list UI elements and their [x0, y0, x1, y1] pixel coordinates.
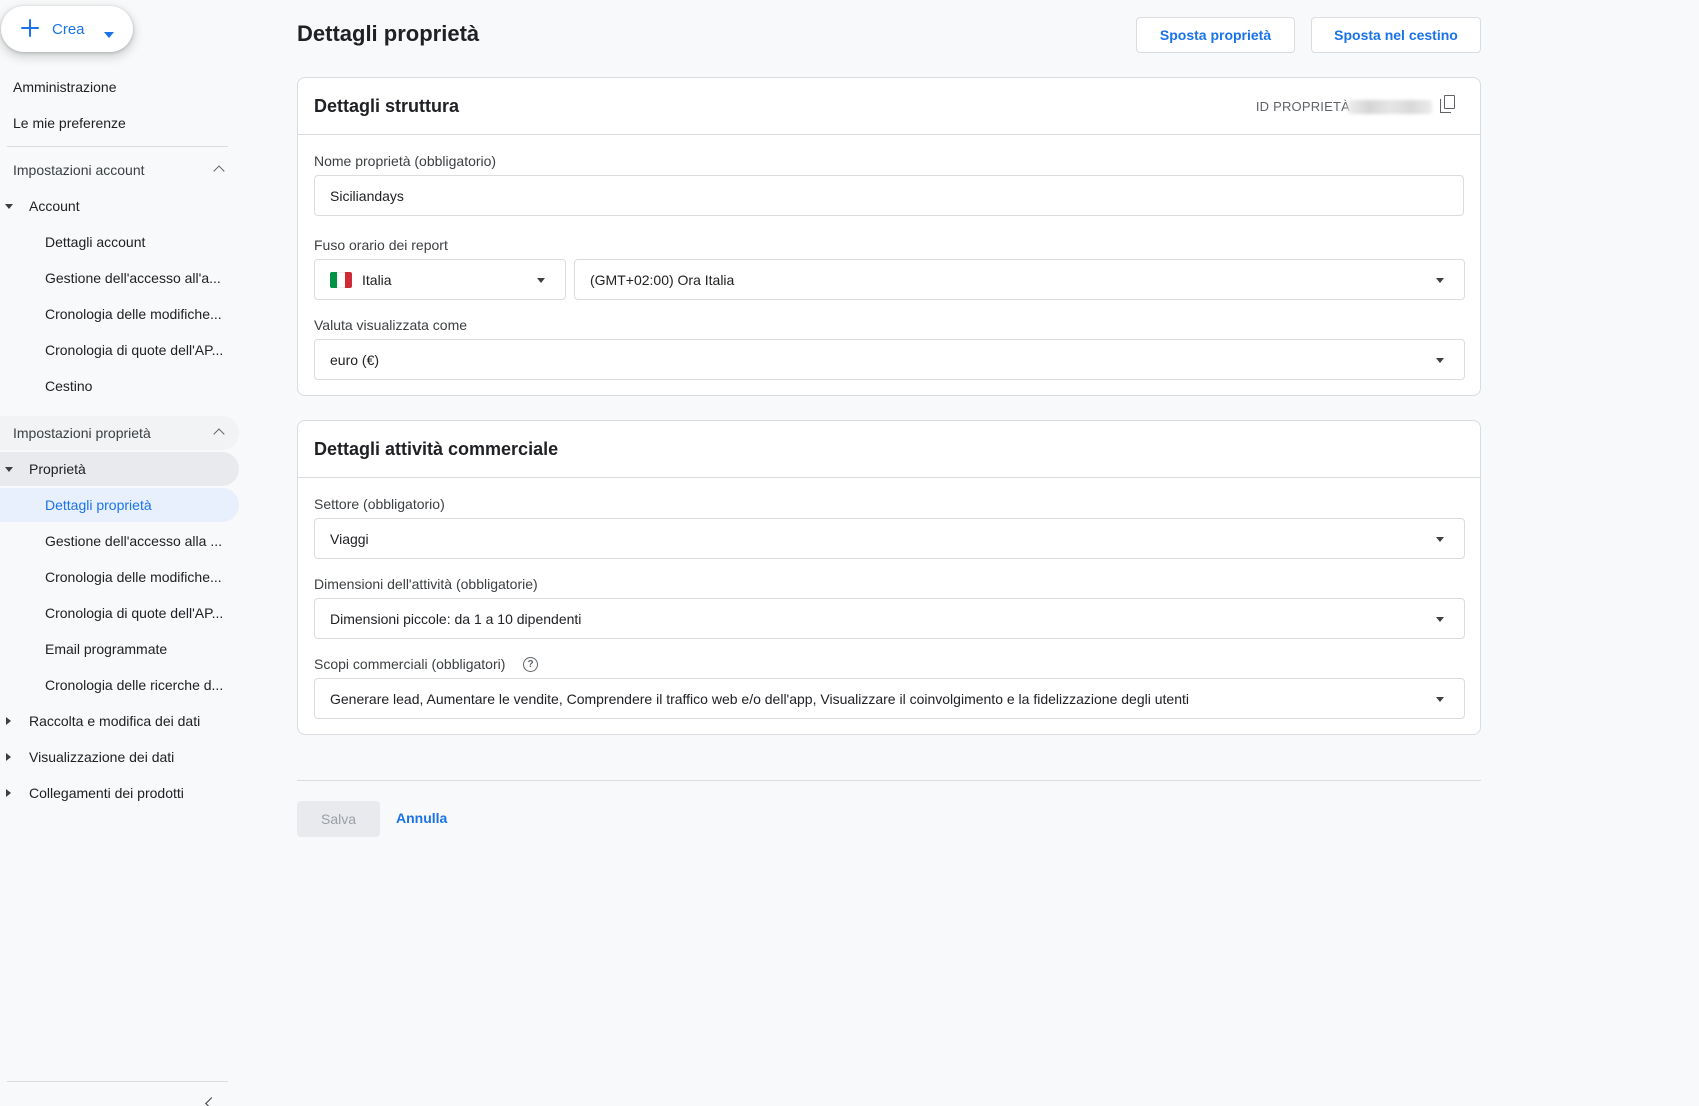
- country-select[interactable]: Italia: [314, 259, 566, 300]
- currency-select[interactable]: euro (€): [314, 339, 1465, 380]
- timezone-value: (GMT+02:00) Ora Italia: [590, 271, 735, 288]
- italy-flag-icon: [330, 271, 352, 288]
- sidebar-item-trash[interactable]: Cestino: [45, 369, 237, 403]
- sidebar-group-label: Collegamenti dei prodotti: [29, 785, 184, 801]
- caret-down-icon: [537, 278, 545, 283]
- sidebar-divider: [7, 146, 228, 147]
- move-property-button[interactable]: Sposta proprietà: [1136, 17, 1295, 53]
- sidebar-item-property-change-history[interactable]: Cronologia delle modifiche...: [45, 560, 237, 594]
- property-name-label: Nome proprietà (obbligatorio): [314, 153, 497, 169]
- sidebar-item-account-change-history[interactable]: Cronologia delle modifiche...: [45, 297, 237, 331]
- sidebar-group-account[interactable]: Account: [0, 189, 80, 223]
- help-icon[interactable]: ?: [523, 657, 538, 672]
- sector-label: Settore (obbligatorio): [314, 496, 445, 512]
- sidebar-item-account-details[interactable]: Dettagli account: [45, 225, 237, 259]
- sidebar-section-label: Impostazioni proprietà: [13, 425, 151, 441]
- chevron-up-icon: [213, 428, 225, 440]
- sector-value: Viaggi: [330, 530, 369, 547]
- sector-select[interactable]: Viaggi: [314, 518, 1465, 559]
- triangle-right-icon: [6, 717, 11, 725]
- sidebar-item-label: Gestione dell'accesso alla ...: [45, 533, 222, 549]
- business-size-select[interactable]: Dimensioni piccole: da 1 a 10 dipendenti: [314, 598, 1465, 639]
- caret-down-icon: [1436, 278, 1444, 283]
- caret-down-icon: [1436, 617, 1444, 622]
- save-button[interactable]: Salva: [297, 801, 380, 837]
- triangle-down-icon: [5, 204, 13, 209]
- business-goals-select[interactable]: Generare lead, Aumentare le vendite, Com…: [314, 678, 1465, 719]
- property-name-input[interactable]: Siciliandays: [314, 175, 1464, 216]
- triangle-right-icon: [6, 753, 11, 761]
- cancel-link[interactable]: Annulla: [396, 810, 447, 826]
- caret-down-icon: [1436, 537, 1444, 542]
- sidebar-item-property-api-quota[interactable]: Cronologia di quote dell'AP...: [45, 596, 237, 630]
- timezone-label: Fuso orario dei report: [314, 237, 448, 253]
- sidebar-section-property-settings[interactable]: Impostazioni proprietà: [0, 416, 239, 450]
- business-goals-label: Scopi commerciali (obbligatori): [314, 656, 506, 672]
- move-to-trash-button[interactable]: Sposta nel cestino: [1311, 17, 1481, 53]
- sidebar-item-account-access[interactable]: Gestione dell'accesso all'a...: [45, 261, 237, 295]
- plus-icon: [19, 17, 41, 39]
- sidebar-item-label: Cronologia di quote dell'AP...: [45, 342, 224, 358]
- currency-label: Valuta visualizzata come: [314, 317, 468, 333]
- sidebar-item-label: Cronologia di quote dell'AP...: [45, 605, 224, 621]
- caret-down-icon: [1436, 697, 1444, 702]
- sidebar-item-account-api-quota[interactable]: Cronologia di quote dell'AP...: [45, 333, 237, 367]
- sidebar-item-label: Email programmate: [45, 641, 168, 657]
- sidebar-group-data-collection[interactable]: Raccolta e modifica dei dati: [0, 704, 200, 738]
- card-title: Dettagli struttura: [314, 96, 460, 116]
- sidebar-item-preferences[interactable]: Le mie preferenze: [13, 106, 126, 140]
- sidebar-item-label: Cronologia delle modifiche...: [45, 569, 222, 585]
- sidebar-item-administration[interactable]: Amministrazione: [13, 70, 116, 104]
- card-header: Dettagli attività commerciale: [298, 421, 1480, 478]
- create-button[interactable]: Crea: [1, 6, 133, 52]
- sidebar-group-product-links[interactable]: Collegamenti dei prodotti: [0, 776, 184, 810]
- sidebar-group-property[interactable]: Proprietà: [0, 452, 239, 486]
- sidebar-item-property-access[interactable]: Gestione dell'accesso alla ...: [45, 524, 237, 558]
- card-title: Dettagli attività commerciale: [314, 439, 559, 459]
- sidebar-item-label: Cestino: [45, 378, 93, 394]
- business-size-value: Dimensioni piccole: da 1 a 10 dipendenti: [330, 610, 582, 627]
- business-details-card: Dettagli attività commerciale Settore (o…: [297, 420, 1481, 735]
- property-id-redacted: [1348, 100, 1432, 114]
- sidebar-section-label: Impostazioni account: [13, 162, 145, 178]
- page-title: Dettagli proprietà: [297, 21, 480, 46]
- chevron-up-icon: [213, 165, 225, 177]
- business-size-label: Dimensioni dell'attività (obbligatorie): [314, 576, 538, 592]
- sidebar-item-search-history[interactable]: Cronologia delle ricerche d...: [45, 668, 237, 702]
- sidebar-item-property-details[interactable]: Dettagli proprietà: [0, 488, 239, 522]
- sidebar-item-label: Amministrazione: [13, 79, 117, 95]
- currency-value: euro (€): [330, 351, 380, 368]
- caret-down-icon: [1436, 358, 1444, 363]
- sidebar-section-account-settings[interactable]: Impostazioni account: [13, 153, 239, 187]
- sidebar-group-data-display[interactable]: Visualizzazione dei dati: [0, 740, 174, 774]
- property-name-value: Siciliandays: [330, 187, 404, 204]
- sidebar-group-label: Visualizzazione dei dati: [29, 749, 175, 765]
- sidebar: Crea Amministrazione Le mie preferenze I…: [0, 0, 240, 1106]
- copy-icon[interactable]: [1440, 95, 1458, 115]
- sidebar-divider: [7, 1081, 228, 1082]
- sidebar-item-label: Dettagli account: [45, 234, 146, 250]
- sidebar-group-label: Account: [29, 198, 80, 214]
- caret-down-icon: [104, 32, 114, 38]
- property-id-label: ID PROPRIETÀ: [1255, 99, 1350, 114]
- footer-divider: [297, 780, 1481, 781]
- sidebar-item-label: Dettagli proprietà: [45, 497, 152, 513]
- structure-details-card: Dettagli struttura ID PROPRIETÀ Nome pro…: [297, 77, 1481, 396]
- card-header: Dettagli struttura ID PROPRIETÀ: [298, 78, 1480, 135]
- chevron-left-icon[interactable]: [205, 1097, 218, 1106]
- sidebar-group-label: Raccolta e modifica dei dati: [29, 713, 201, 729]
- sidebar-item-label: Cronologia delle ricerche d...: [45, 677, 224, 693]
- timezone-select[interactable]: (GMT+02:00) Ora Italia: [574, 259, 1465, 300]
- country-value: Italia: [362, 271, 392, 288]
- sidebar-group-label: Proprietà: [29, 461, 86, 477]
- sidebar-item-label: Le mie preferenze: [13, 115, 126, 131]
- triangle-down-icon: [5, 467, 13, 472]
- sidebar-item-label: Cronologia delle modifiche...: [45, 306, 222, 322]
- sidebar-item-scheduled-emails[interactable]: Email programmate: [45, 632, 237, 666]
- create-label: Crea: [52, 21, 85, 38]
- triangle-right-icon: [6, 789, 11, 797]
- business-goals-value: Generare lead, Aumentare le vendite, Com…: [330, 690, 1189, 707]
- sidebar-item-label: Gestione dell'accesso all'a...: [45, 270, 221, 286]
